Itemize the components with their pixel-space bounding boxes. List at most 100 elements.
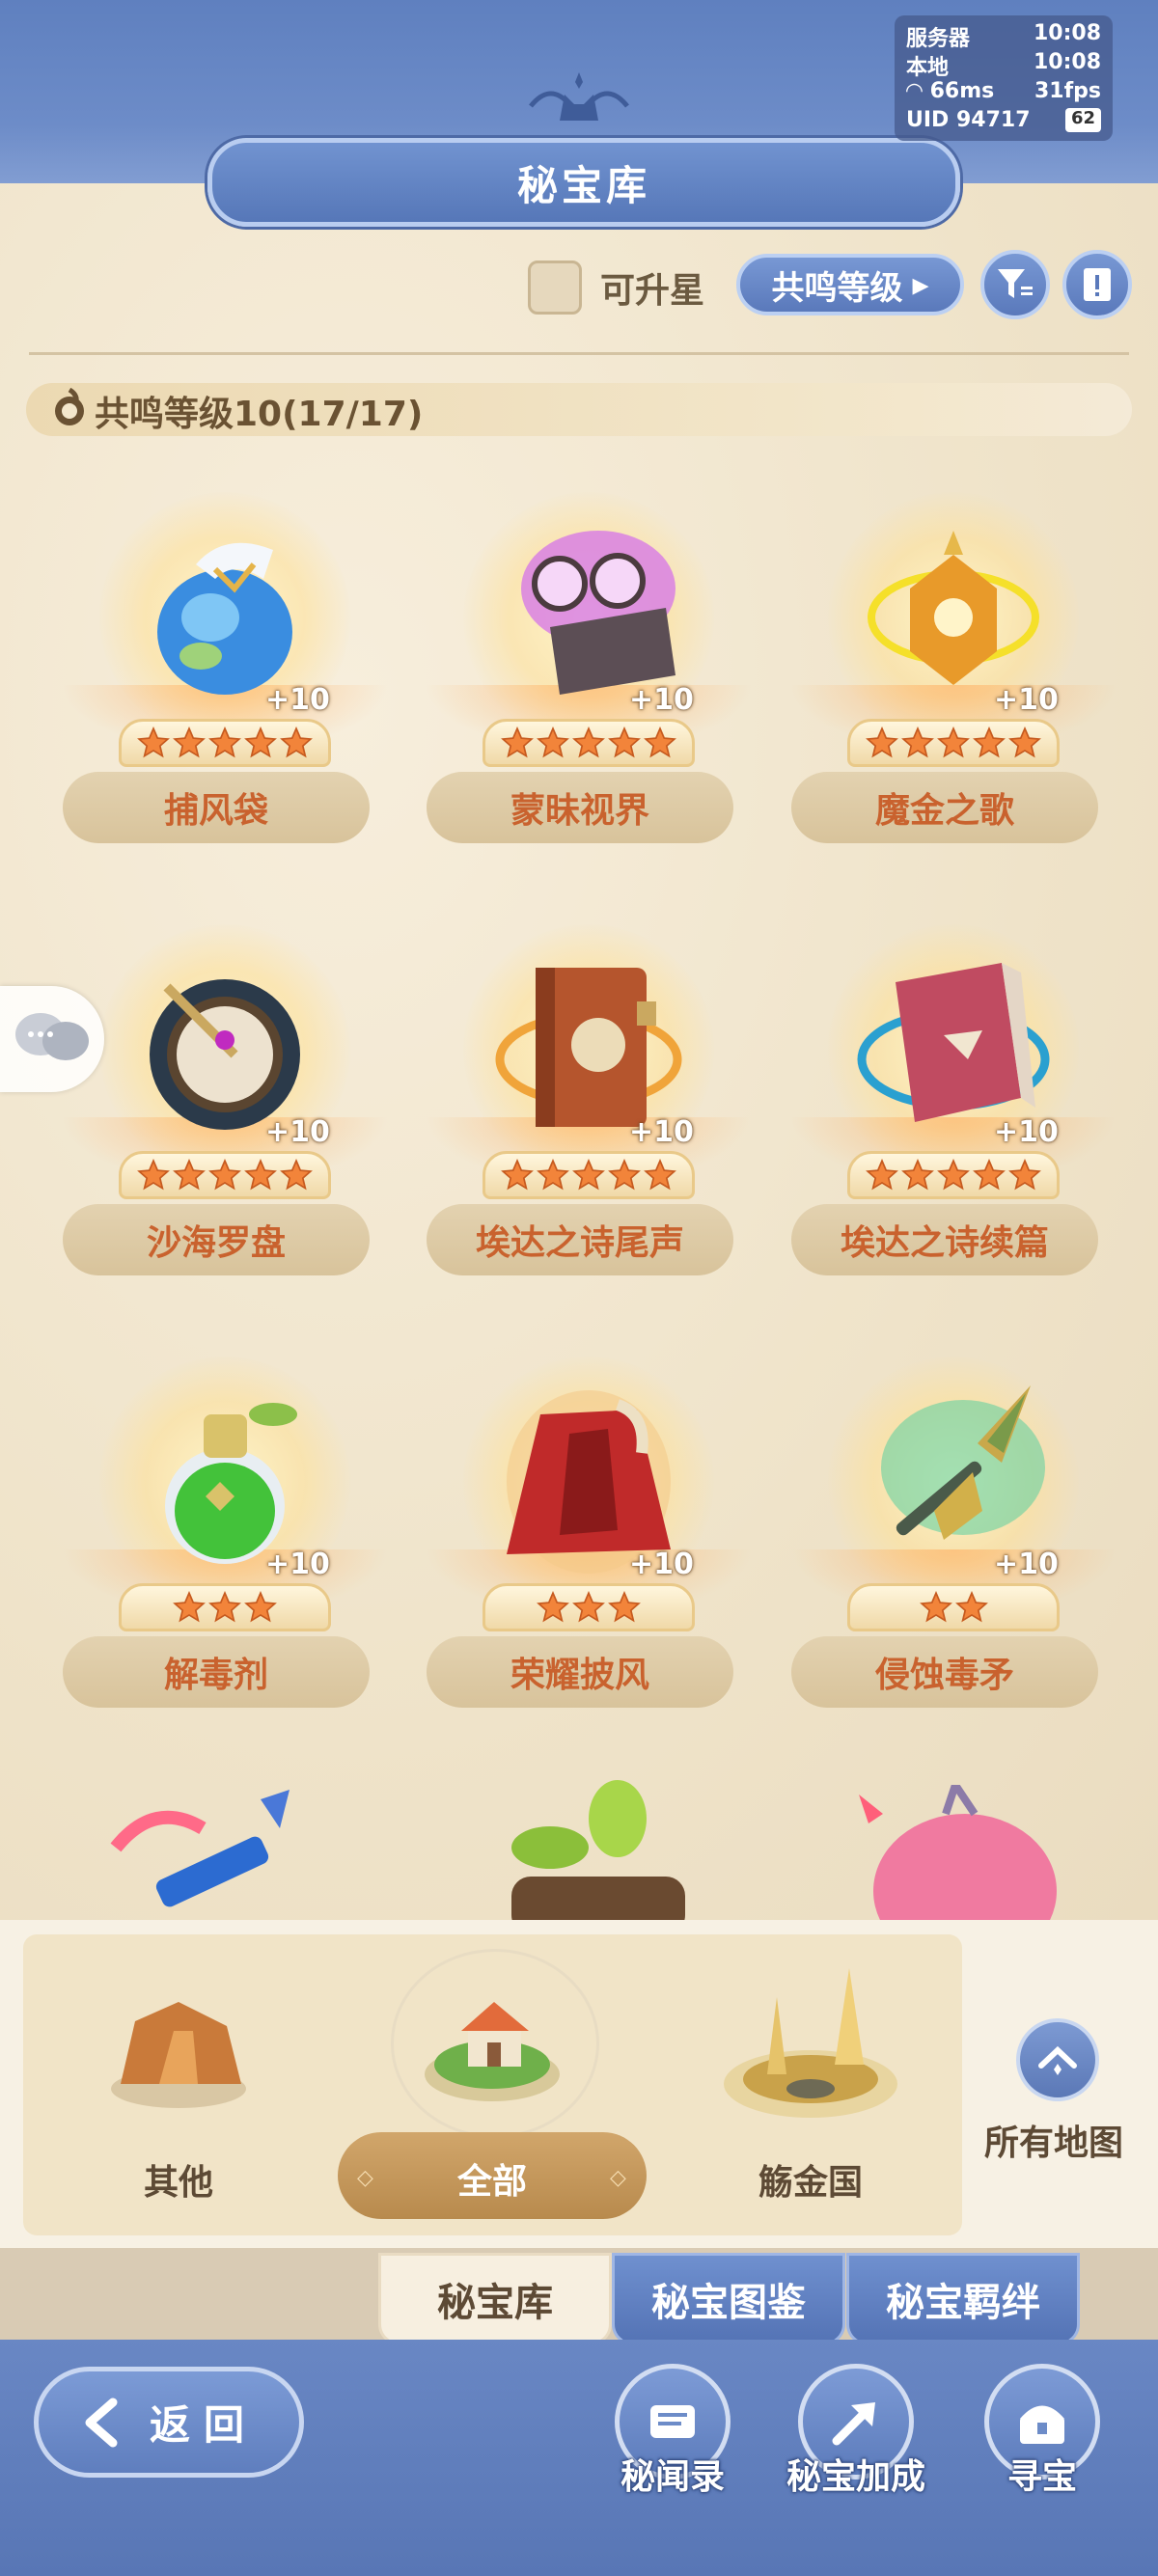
tab-treasure-atlas[interactable]: 秘宝图鉴 [612, 2253, 845, 2345]
partial-item-pink[interactable] [830, 1785, 1062, 1920]
item-name: 捕风袋 [63, 772, 370, 843]
sort-button[interactable]: 共鸣等级 ▸ [736, 254, 964, 315]
fps-value: 31fps [1034, 79, 1101, 103]
item-name: 埃达之诗续篇 [791, 1204, 1098, 1275]
star-icon [537, 726, 569, 758]
sprout-icon [511, 1780, 685, 1920]
star-icon [1008, 1159, 1041, 1191]
tab-label: 秘宝库 [437, 2281, 553, 2325]
treasure-chest-icon [1020, 2405, 1064, 2444]
island-house-icon [425, 2002, 560, 2101]
star-icon [173, 1159, 206, 1191]
treasure-card[interactable]: +10 沙海罗盘 [61, 915, 389, 1310]
region-label-golden-city: 觞金国 [758, 2163, 863, 2203]
region-label-all: 全部 [456, 2162, 527, 2202]
star-icon [866, 726, 898, 758]
treasure-card[interactable]: +10 解毒剂 [61, 1347, 389, 1742]
treasure-card[interactable]: +10 侵蚀毒矛 [789, 1347, 1117, 1742]
local-time: 10:08 [1033, 50, 1101, 74]
item-level: +10 [265, 1115, 330, 1149]
title-banner: 秘宝库 [207, 138, 960, 227]
star-icon [608, 726, 641, 758]
star-icon [173, 1591, 206, 1623]
all-maps-button[interactable] [1016, 2018, 1099, 2101]
item-level: +10 [265, 683, 330, 717]
treasure-bonus-label: 秘宝加成 [786, 2457, 925, 2497]
chat-bubbles-icon [15, 1013, 89, 1060]
star-icon [208, 1159, 241, 1191]
chat-button[interactable] [0, 986, 104, 1092]
diamond-left-icon: ◇ [357, 2166, 373, 2190]
star-rating [847, 1583, 1060, 1631]
star-icon [280, 1159, 313, 1191]
golden-city-icon [724, 1968, 897, 2118]
tab-label: 秘宝羁绊 [886, 2281, 1040, 2325]
back-button[interactable]: 返回 [34, 2367, 304, 2478]
treasure-card[interactable]: +10 埃达之诗尾声 [425, 915, 753, 1310]
battery-indicator: 62 [1064, 108, 1101, 132]
info-button[interactable] [1062, 250, 1132, 319]
star-rating [119, 719, 331, 767]
region-golden-city[interactable] [714, 1959, 907, 2132]
local-label: 本地 [906, 56, 950, 80]
all-maps-label: 所有地图 [984, 2124, 1124, 2163]
star-icon [1008, 726, 1041, 758]
filter-icon [998, 269, 1033, 298]
ping-value: 66ms [929, 79, 995, 103]
star-icon [901, 726, 934, 758]
divider [29, 352, 1129, 355]
treasure-card[interactable]: +10 蒙昧视界 [425, 482, 753, 878]
star-rating [119, 1583, 331, 1631]
star-icon [937, 1159, 970, 1191]
back-label: 返回 [149, 2401, 258, 2449]
back-arrow-icon [85, 2398, 118, 2447]
star-icon [537, 1159, 569, 1191]
caret-right-icon: ▸ [912, 265, 929, 304]
filter-button[interactable] [980, 250, 1050, 319]
treasure-card[interactable]: +10 荣耀披风 [425, 1347, 753, 1742]
tab-treasure-vault[interactable]: 秘宝库 [378, 2253, 612, 2345]
item-name: 蒙昧视界 [427, 772, 733, 843]
partial-item-arrow[interactable] [96, 1790, 328, 1920]
region-other[interactable] [101, 1983, 256, 2118]
star-rating [847, 719, 1060, 767]
upgradable-checkbox[interactable] [528, 260, 582, 315]
star-icon [644, 1159, 676, 1191]
star-icon [280, 726, 313, 758]
server-label: 服务器 [906, 27, 971, 51]
treasure-card[interactable]: +10 魔金之歌 [789, 482, 1117, 878]
secret-records-label: 秘闻录 [620, 2457, 725, 2497]
star-icon [954, 1591, 988, 1623]
partial-item-sprout[interactable] [473, 1780, 704, 1920]
group-title: 共鸣等级10(17/17) [95, 395, 424, 434]
chevron-up-icon [1038, 2045, 1077, 2075]
item-level: +10 [629, 683, 694, 717]
item-name: 魔金之歌 [791, 772, 1098, 843]
item-level: +10 [629, 1548, 694, 1581]
star-icon [537, 1591, 569, 1623]
star-icon [973, 1159, 1006, 1191]
pink-creature-icon [859, 1785, 1057, 1920]
item-level: +10 [629, 1115, 694, 1149]
book-info-icon [1084, 268, 1111, 301]
item-level: +10 [994, 1115, 1059, 1149]
star-icon [137, 726, 170, 758]
star-icon [137, 1159, 170, 1191]
sort-label: 共鸣等级 [771, 268, 903, 308]
diamond-right-icon: ◇ [610, 2166, 626, 2190]
star-icon [244, 1159, 277, 1191]
treasure-card[interactable]: +10 埃达之诗续篇 [789, 915, 1117, 1310]
star-rating [482, 719, 695, 767]
canyon-icon [111, 2002, 246, 2108]
page-title: 秘宝库 [516, 161, 650, 209]
star-rating [119, 1151, 331, 1199]
star-icon [208, 726, 241, 758]
star-icon [501, 726, 534, 758]
upgrade-arrow-icon [832, 2402, 875, 2446]
region-all[interactable] [415, 1963, 569, 2118]
tab-treasure-bonds[interactable]: 秘宝羁绊 [846, 2253, 1080, 2345]
star-icon [572, 726, 605, 758]
treasure-card[interactable]: +10 捕风袋 [61, 482, 389, 878]
cat-emblem-icon [529, 72, 629, 121]
item-name: 解毒剂 [63, 1636, 370, 1708]
